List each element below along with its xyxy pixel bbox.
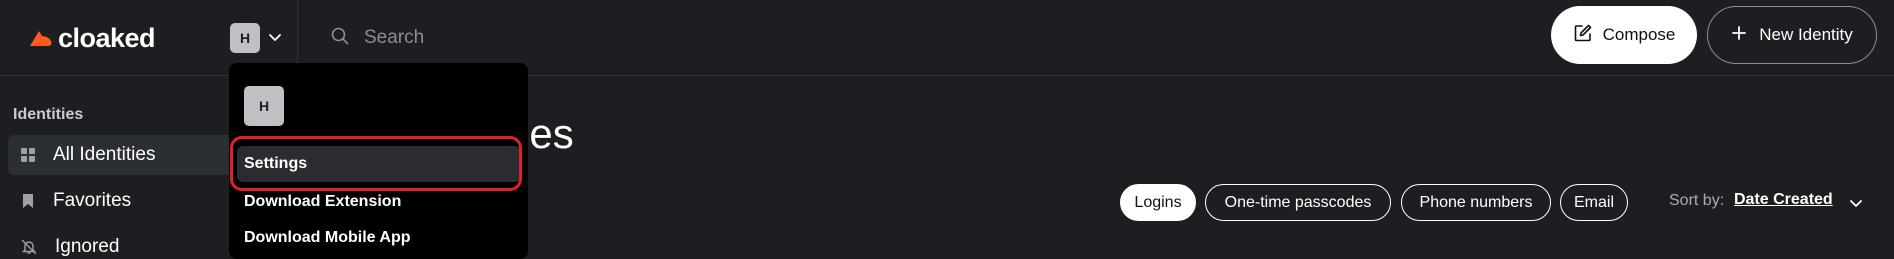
sidebar-item-label: All Identities bbox=[53, 144, 156, 165]
search-icon bbox=[330, 26, 350, 51]
compose-label: Compose bbox=[1602, 25, 1676, 44]
menu-item-download-mobile-app[interactable]: Download Mobile App bbox=[237, 220, 521, 256]
menu-item-settings[interactable]: Settings bbox=[237, 146, 521, 182]
bookmark-icon bbox=[21, 193, 35, 209]
account-dropdown-menu: H Settings Download Extension Download M… bbox=[229, 63, 528, 259]
new-identity-label: New Identity bbox=[1759, 25, 1853, 44]
sidebar-item-label: Favorites bbox=[53, 190, 132, 211]
account-avatar[interactable]: H bbox=[230, 23, 260, 53]
chevron-down-icon[interactable] bbox=[1849, 196, 1863, 214]
cloak-logo-icon bbox=[30, 31, 52, 46]
sidebar-item-label: Ignored bbox=[55, 236, 120, 257]
logo[interactable]: cloaked bbox=[28, 20, 156, 56]
logo-text: cloaked bbox=[58, 22, 156, 53]
sidebar-item-ignored[interactable]: Ignored bbox=[8, 227, 238, 259]
sidebar: Identities All Identities Favorites Igno… bbox=[0, 77, 240, 259]
dropdown-avatar: H bbox=[244, 86, 284, 126]
bell-off-icon bbox=[21, 239, 37, 255]
sort-dropdown[interactable]: Date Created bbox=[1734, 191, 1833, 209]
chevron-down-icon[interactable] bbox=[268, 33, 282, 43]
compose-icon bbox=[1573, 23, 1593, 48]
filter-chip-email[interactable]: Email bbox=[1560, 184, 1628, 221]
search-bar[interactable] bbox=[330, 18, 1030, 58]
filter-chip-logins[interactable]: Logins bbox=[1120, 184, 1196, 221]
sort-label: Sort by: bbox=[1669, 192, 1725, 209]
menu-item-download-extension[interactable]: Download Extension bbox=[237, 184, 521, 220]
plus-icon bbox=[1731, 25, 1747, 46]
compose-button[interactable]: Compose bbox=[1551, 6, 1697, 64]
page-title: ies bbox=[520, 110, 574, 157]
search-input[interactable] bbox=[364, 27, 964, 49]
grid-icon bbox=[21, 148, 35, 162]
filter-chip-phone-numbers[interactable]: Phone numbers bbox=[1401, 184, 1551, 221]
sidebar-heading: Identities bbox=[13, 106, 84, 123]
app-page: cloaked H Compose New Identity bbox=[0, 0, 1894, 259]
account-switcher[interactable]: H bbox=[230, 22, 282, 54]
sidebar-item-favorites[interactable]: Favorites bbox=[8, 181, 238, 221]
filter-chip-one-time-passcodes[interactable]: One-time passcodes bbox=[1205, 184, 1391, 221]
sidebar-item-all-identities[interactable]: All Identities bbox=[8, 135, 238, 175]
new-identity-button[interactable]: New Identity bbox=[1707, 6, 1877, 64]
